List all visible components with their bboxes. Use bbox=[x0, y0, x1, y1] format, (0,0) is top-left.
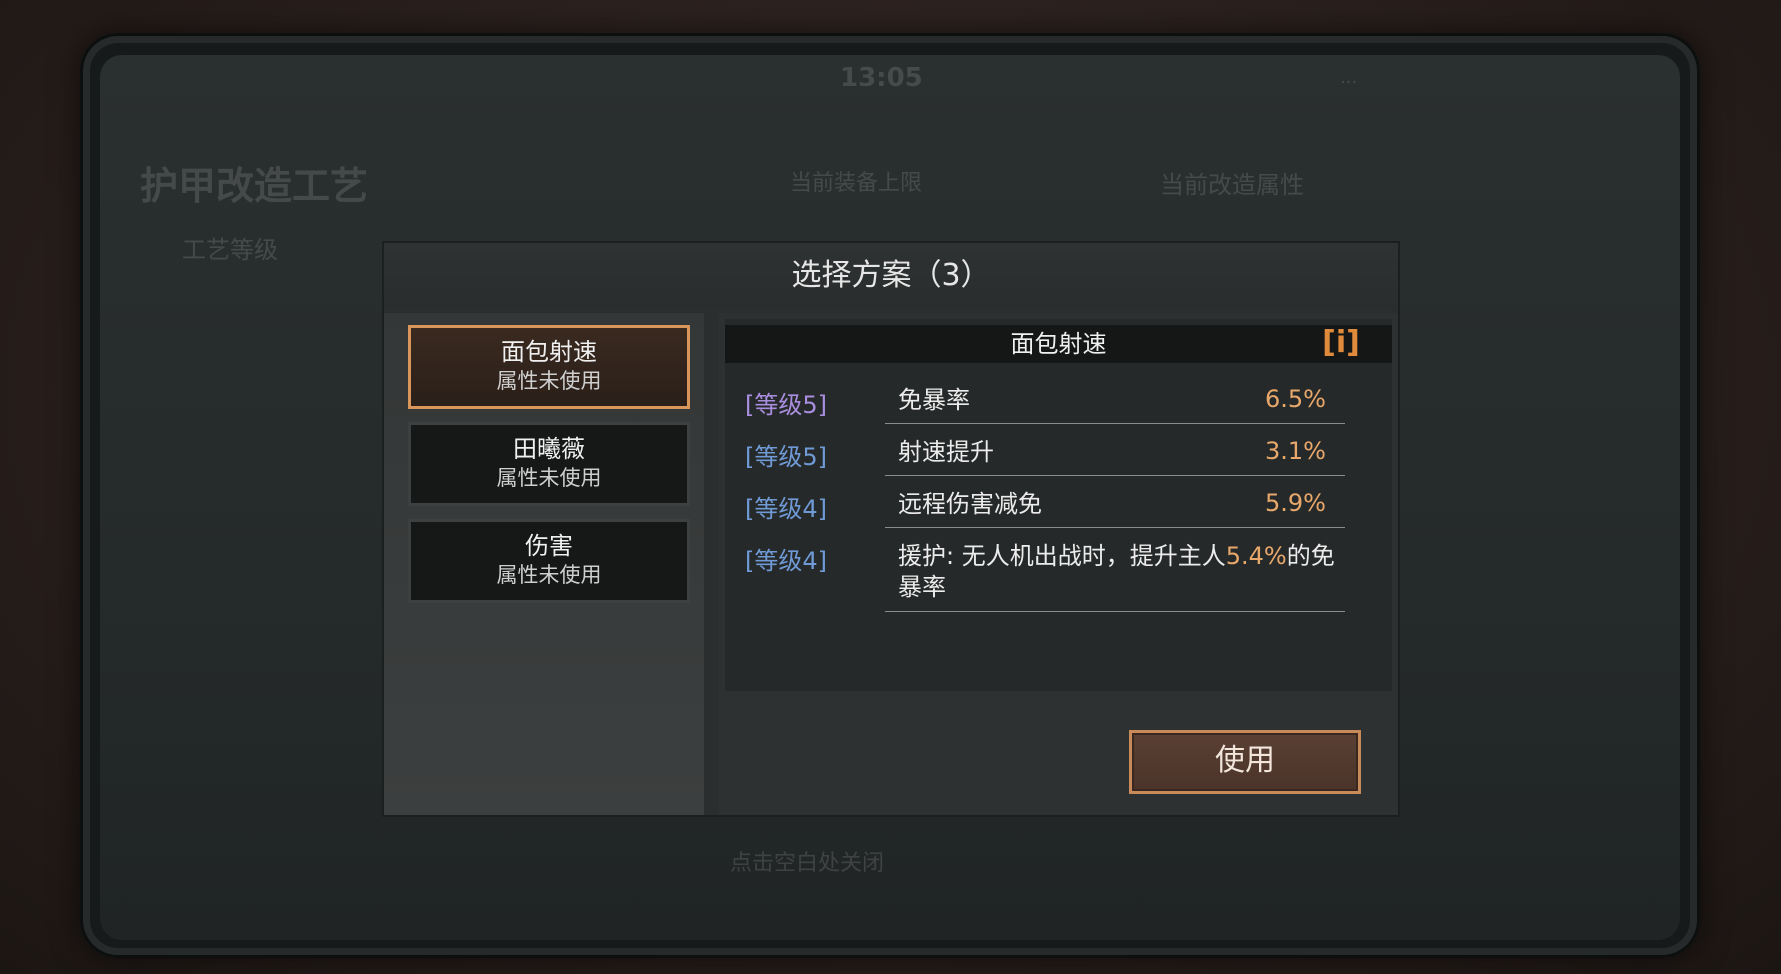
background-title: 护甲改造工艺 bbox=[140, 164, 369, 208]
plan-option-2[interactable]: 田曦薇 属性未使用 bbox=[408, 422, 690, 506]
plan-option-name: 伤害 bbox=[525, 532, 573, 560]
attribute-value: 3.1% bbox=[1265, 437, 1326, 465]
plan-detail: 面包射速 [i] [等级5] 免暴率 6.5% [等级5] 射速提升 3.1% … bbox=[725, 319, 1392, 691]
use-button[interactable]: 使用 bbox=[1129, 730, 1361, 794]
plan-option-status: 属性未使用 bbox=[496, 369, 602, 393]
plan-option-status: 属性未使用 bbox=[496, 563, 602, 587]
background-limit-text: 当前装备上限 bbox=[790, 171, 923, 196]
modal-title: 选择方案（3） bbox=[384, 243, 1398, 309]
detail-title: 面包射速 bbox=[1010, 330, 1107, 358]
background-level-label: 工艺等级 bbox=[182, 236, 278, 264]
status-time: 13:05 bbox=[840, 63, 923, 93]
plan-list: 面包射速 属性未使用 田曦薇 属性未使用 伤害 属性未使用 bbox=[384, 313, 704, 815]
row-divider bbox=[885, 475, 1345, 476]
plan-option-status: 属性未使用 bbox=[496, 466, 602, 490]
select-plan-modal: 选择方案（3） 面包射速 属性未使用 田曦薇 属性未使用 伤害 属性未使用 面包… bbox=[384, 243, 1398, 815]
plan-option-1[interactable]: 面包射速 属性未使用 bbox=[408, 325, 690, 409]
row-divider bbox=[885, 611, 1345, 612]
attribute-value: 6.5% bbox=[1265, 385, 1326, 413]
plan-option-3[interactable]: 伤害 属性未使用 bbox=[408, 519, 690, 603]
detail-header: 面包射速 [i] bbox=[725, 325, 1392, 363]
status-right: ... bbox=[1340, 67, 1358, 88]
attribute-level: [等级5] bbox=[745, 391, 827, 419]
row-divider bbox=[885, 527, 1345, 528]
attribute-level: [等级4] bbox=[745, 547, 827, 575]
plan-detail-panel: 面包射速 [i] [等级5] 免暴率 6.5% [等级5] 射速提升 3.1% … bbox=[719, 313, 1398, 815]
plan-option-name: 田曦薇 bbox=[513, 435, 585, 463]
attribute-value: 5.9% bbox=[1265, 489, 1326, 517]
attribute-level: [等级5] bbox=[745, 443, 827, 471]
info-icon[interactable]: [i] bbox=[1316, 325, 1366, 363]
row-divider bbox=[885, 423, 1345, 424]
attribute-level: [等级4] bbox=[745, 495, 827, 523]
background-compare-label: 当前改造属性 bbox=[1160, 171, 1304, 199]
description-value: 5.4% bbox=[1225, 542, 1287, 570]
plan-option-name: 面包射速 bbox=[501, 338, 597, 366]
close-hint: 点击空白处关闭 bbox=[730, 851, 885, 876]
description-text: 援护: 无人机出战时，提升主人 bbox=[898, 542, 1226, 570]
attribute-description: 援护: 无人机出战时，提升主人5.4%的免暴率 bbox=[898, 541, 1338, 603]
